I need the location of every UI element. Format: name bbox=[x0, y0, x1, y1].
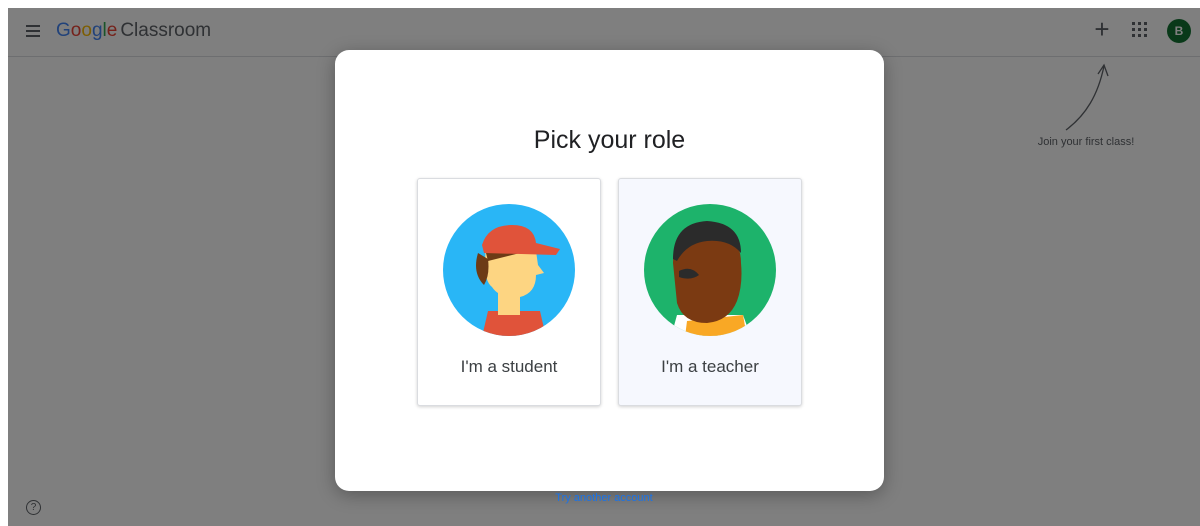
student-role-label: I'm a student bbox=[460, 357, 558, 376]
student-role-card[interactable]: I'm a student bbox=[417, 178, 601, 406]
teacher-role-label: I'm a teacher bbox=[661, 357, 759, 376]
pick-role-dialog: Pick your role I'm a student I'm a teach… bbox=[335, 50, 884, 491]
teacher-avatar-icon bbox=[644, 204, 776, 336]
student-avatar-icon bbox=[443, 204, 575, 336]
teacher-role-card[interactable]: I'm a teacher bbox=[618, 178, 802, 406]
page: GoogleClassroom + B Join your first clas… bbox=[8, 8, 1200, 526]
dialog-title: Pick your role bbox=[533, 126, 686, 154]
try-another-account-link[interactable]: Try another account bbox=[8, 492, 1200, 504]
